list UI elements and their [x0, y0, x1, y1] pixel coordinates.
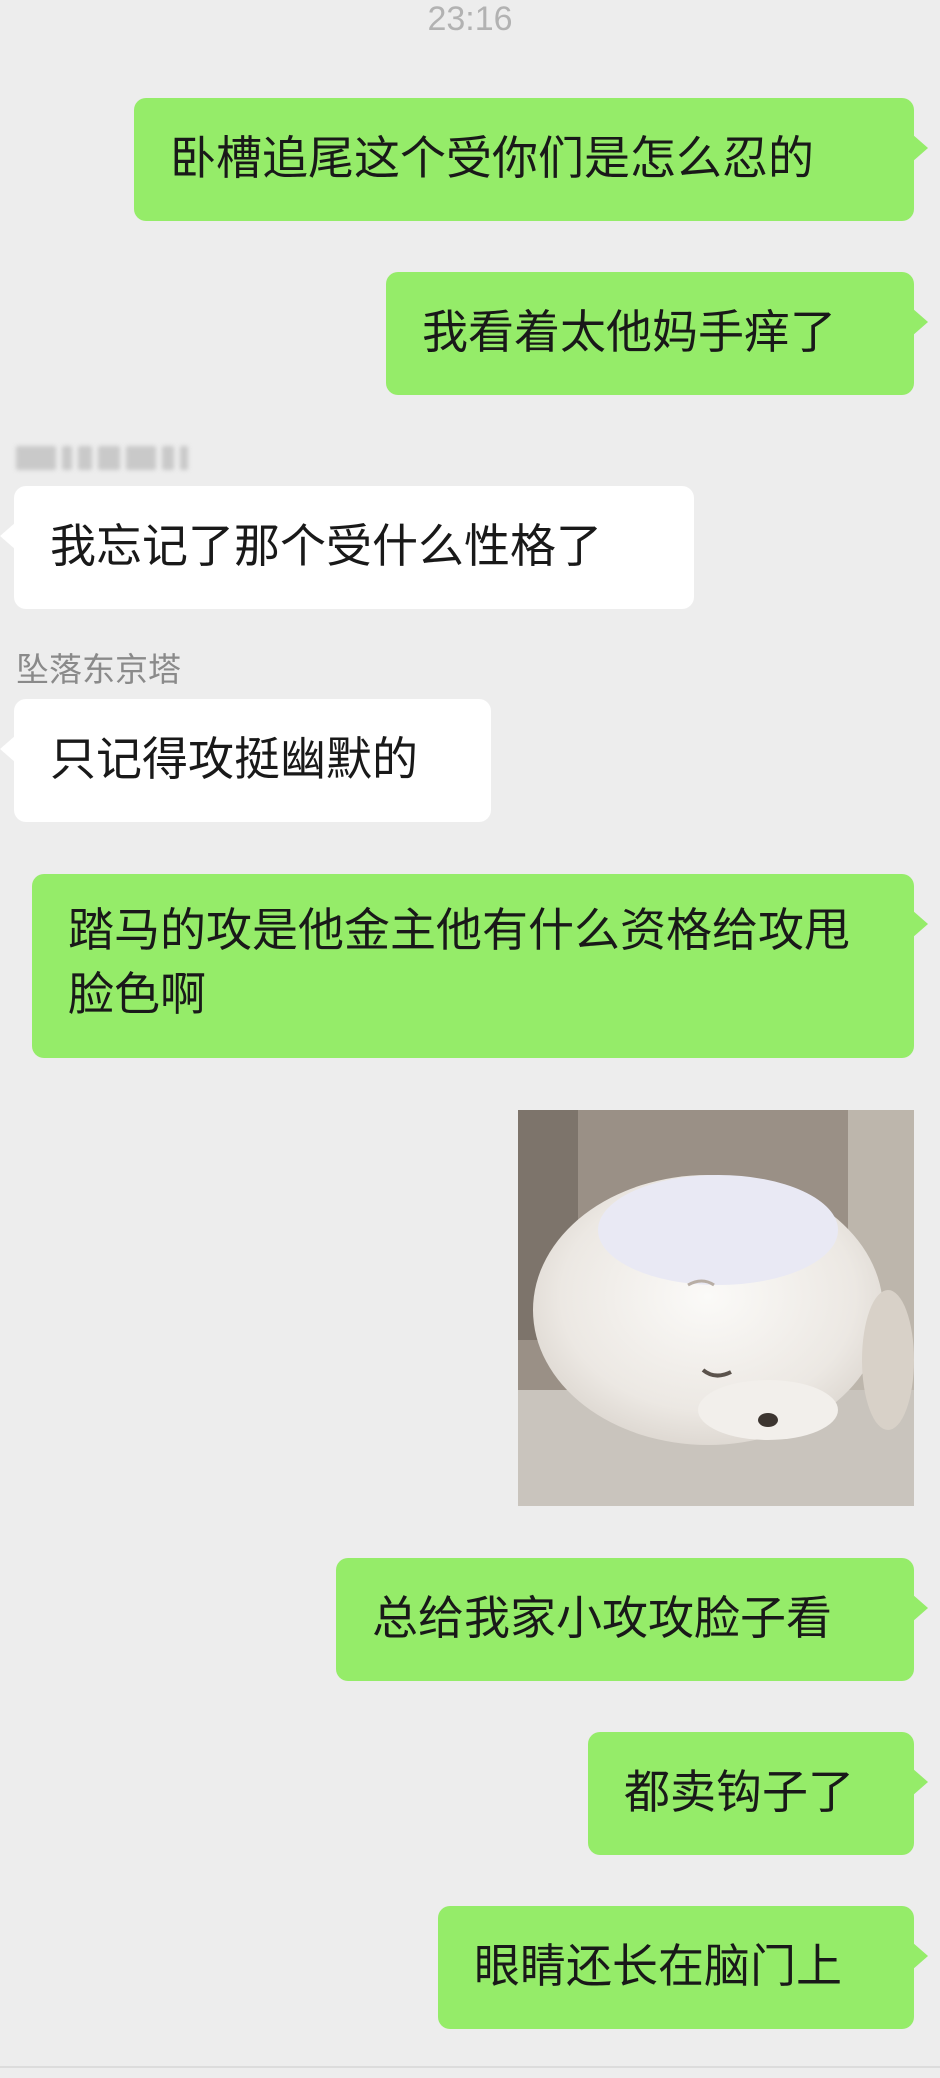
message-bubble-outgoing[interactable]: 卧槽追尾这个受你们是怎么忍的 [134, 98, 928, 221]
message-bubble-incoming[interactable]: 只记得攻挺幽默的 [0, 699, 491, 822]
sender-name-blurred [16, 444, 188, 472]
message-bubble-outgoing[interactable]: 眼睛还长在脑门上 [438, 1906, 928, 2029]
message-bubble-outgoing[interactable]: 总给我家小攻攻脸子看 [336, 1558, 928, 1681]
message-bubble-incoming[interactable]: 我忘记了那个受什么性格了 [0, 486, 694, 609]
message-bubble-outgoing[interactable]: 我看着太他妈手痒了 [386, 272, 928, 395]
dog-sticker-image[interactable] [518, 1110, 914, 1506]
sender-name: 坠落东京塔 [16, 650, 181, 689]
chat-timestamp: 23:16 [427, 0, 513, 38]
divider [0, 2066, 940, 2068]
message-bubble-outgoing[interactable]: 踏马的攻是他金主他有什么资格给攻甩脸色啊 [32, 874, 928, 1058]
message-bubble-outgoing[interactable]: 都卖钩子了 [588, 1732, 928, 1855]
